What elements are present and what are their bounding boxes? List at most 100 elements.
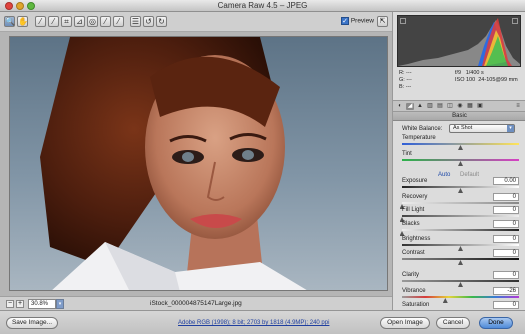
white-balance-tool[interactable]: ⁄	[35, 16, 46, 27]
zoom-in-button[interactable]: +	[16, 300, 24, 308]
presets-tab-icon[interactable]: ▦	[466, 103, 474, 110]
aperture-value: f/9	[455, 70, 462, 76]
white-balance-label: White Balance:	[402, 126, 443, 132]
done-button[interactable]: Done	[479, 317, 513, 329]
title-bar: Camera Raw 4.5 – JPEG	[0, 0, 525, 12]
slider-value-saturation[interactable]: 0	[493, 301, 519, 309]
slider-thumb[interactable]	[458, 246, 463, 251]
slider-value-brightness[interactable]: 0	[493, 235, 519, 243]
white-balance-select[interactable]: As Shot ▾	[449, 124, 515, 133]
split-toning-tab-icon[interactable]: ▤	[436, 103, 444, 110]
snapshots-tab-icon[interactable]: ▣	[476, 103, 484, 110]
zoom-level-field[interactable]: 30.8%	[28, 299, 56, 309]
slider-track[interactable]	[402, 229, 519, 231]
slider-label-tint: Tint	[402, 151, 412, 157]
bottom-bar: Save Image... Adobe RGB (1998); 8 bit; 2…	[0, 310, 525, 334]
color-sampler-tool[interactable]: ⁄	[48, 16, 59, 27]
detail-tab-icon[interactable]: ▲	[416, 103, 424, 110]
slider-track[interactable]	[402, 244, 519, 246]
rotate-right-tool[interactable]: ↻	[156, 16, 167, 27]
slider-track[interactable]	[402, 258, 519, 260]
slider-value-recovery[interactable]: 0	[493, 193, 519, 201]
filename-label: iStock_000004875147Large.jpg	[150, 300, 242, 307]
section-title: Basic	[393, 112, 525, 121]
slider-track[interactable]	[402, 143, 519, 145]
red-label: R:	[399, 70, 405, 76]
chevron-down-icon: ▾	[507, 125, 514, 132]
slider-value-clarity[interactable]: 0	[493, 271, 519, 279]
shutter-value: 1/400 s	[465, 70, 484, 76]
basic-tab-icon[interactable]: ◐	[396, 103, 404, 110]
window-title: Camera Raw 4.5 – JPEG	[217, 1, 308, 10]
slider-label-temperature: Temperature	[402, 135, 436, 141]
green-value: ---	[406, 77, 412, 83]
slider-label-recovery: Recovery	[402, 194, 428, 200]
histogram-graph	[398, 18, 520, 66]
straighten-tool[interactable]: ⊿	[74, 16, 85, 27]
auto-button[interactable]: Auto	[438, 172, 450, 178]
preview-label: Preview	[350, 17, 374, 25]
highlight-clipping-warning-icon[interactable]	[512, 18, 518, 24]
open-image-button[interactable]: Open Image	[380, 317, 430, 329]
spot-removal-tool[interactable]: ⁄	[100, 16, 111, 27]
slider-thumb[interactable]	[458, 260, 463, 265]
fullscreen-button[interactable]: ⇱	[377, 16, 388, 27]
cancel-button[interactable]: Cancel	[436, 317, 470, 329]
iso-value: ISO 100	[455, 77, 476, 83]
slider-value-fill-light[interactable]: 0	[493, 206, 519, 214]
hand-tool[interactable]: ✋	[17, 16, 28, 27]
hsl-tab-icon[interactable]: ▥	[426, 103, 434, 110]
zoom-dropdown-button[interactable]: ▾	[56, 299, 64, 309]
slider-label-fill-light: Fill Light	[402, 207, 425, 213]
slider-track[interactable]	[402, 202, 519, 204]
preview-toggle[interactable]: ✓ Preview	[341, 17, 374, 25]
slider-value-vibrance[interactable]: -26	[493, 287, 519, 295]
preview-canvas	[0, 32, 392, 296]
camera-calibration-tab-icon[interactable]: ◉	[456, 103, 464, 110]
red-value: ---	[406, 70, 412, 76]
slider-thumb[interactable]	[458, 145, 463, 150]
slider-value-contrast[interactable]: 0	[493, 249, 519, 257]
slider-value-blacks[interactable]: 0	[493, 220, 519, 228]
white-balance-value: As Shot	[453, 125, 473, 131]
slider-label-blacks: Blacks	[402, 221, 420, 227]
shadow-clipping-warning-icon[interactable]	[400, 18, 406, 24]
slider-track[interactable]	[402, 215, 519, 217]
pixel-readout: R: --- G: --- B: --- f/9 1/400 s ISO 100…	[399, 70, 521, 96]
blue-value: ---	[405, 84, 412, 90]
histogram	[397, 15, 521, 67]
tone-curve-tab-icon[interactable]: ◢	[406, 103, 414, 110]
slider-track[interactable]	[402, 280, 519, 282]
save-image-button[interactable]: Save Image...	[6, 317, 58, 329]
slider-thumb[interactable]	[458, 282, 463, 287]
slider-label-clarity: Clarity	[402, 272, 420, 278]
slider-track[interactable]	[402, 186, 519, 188]
zoom-tool[interactable]: 🔍	[4, 16, 15, 27]
green-label: G:	[399, 77, 405, 83]
slider-track[interactable]	[402, 296, 519, 298]
slider-thumb[interactable]	[442, 298, 448, 303]
checkbox-icon[interactable]: ✓	[341, 17, 349, 25]
workflow-options-link[interactable]: Adobe RGB (1998); 8 bit; 2703 by 1818 (4…	[178, 320, 329, 326]
lens-value: 24-105@99 mm	[478, 77, 518, 83]
panel-menu-icon[interactable]: ≡	[514, 103, 522, 110]
slider-thumb[interactable]	[458, 188, 463, 193]
default-button[interactable]: Default	[460, 172, 479, 178]
slider-thumb[interactable]	[458, 161, 463, 166]
adjustment-brush-tool[interactable]: ⁄	[113, 16, 124, 27]
status-bar: − + 30.8% ▾ iStock_000004875147Large.jpg	[0, 296, 392, 310]
slider-label-vibrance: Vibrance	[402, 288, 426, 294]
slider-value-exposure[interactable]: 0.00	[493, 177, 519, 185]
red-eye-tool[interactable]: ◎	[87, 16, 98, 27]
zoom-out-button[interactable]: −	[6, 300, 14, 308]
slider-label-brightness: Brightness	[402, 236, 431, 242]
portrait-photo[interactable]	[9, 36, 388, 291]
preferences-tool[interactable]: ☰	[130, 16, 141, 27]
lens-corrections-tab-icon[interactable]: ◫	[446, 103, 454, 110]
slider-label-contrast: Contrast	[402, 250, 425, 256]
crop-tool[interactable]: ⌗	[61, 16, 72, 27]
blue-label: B:	[399, 84, 405, 90]
slider-track[interactable]	[402, 159, 519, 161]
slider-label-saturation: Saturation	[402, 302, 430, 308]
rotate-left-tool[interactable]: ↺	[143, 16, 154, 27]
